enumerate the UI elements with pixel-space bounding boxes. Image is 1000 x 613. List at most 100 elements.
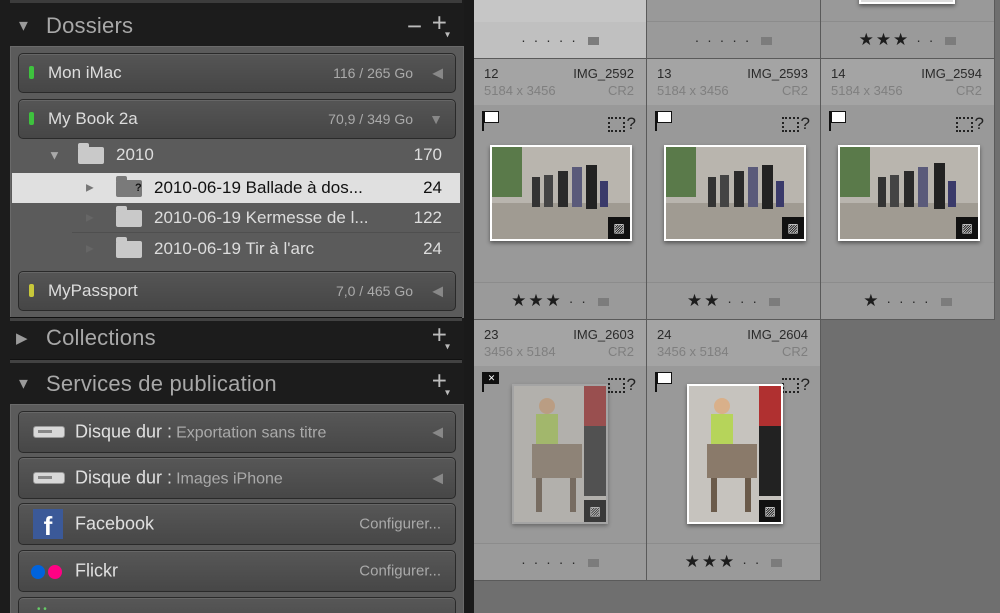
grid-cell[interactable]: ★★★ · · (821, 0, 995, 59)
grid-cell[interactable]: 13 IMG_2593 5184 x 3456 CR2 ? ▨ ★★ · · · (647, 59, 821, 320)
folder-row[interactable]: ▶ 2010-06-19 Tir à l'arc 24 (12, 234, 460, 264)
cell-filename: IMG_2593 (747, 66, 808, 81)
expand-triangle-icon[interactable]: ▼ (48, 148, 61, 163)
reject-flag-icon[interactable]: ✕ (482, 372, 499, 392)
grid-cell-selected[interactable]: · · · · · (474, 0, 647, 59)
folder-count: 24 (423, 239, 442, 258)
crop-icon (607, 378, 625, 394)
rating-stars[interactable]: · · · · · (647, 30, 820, 50)
folder-icon (116, 237, 142, 258)
rating-stars[interactable]: · · · · · (474, 552, 646, 572)
collapse-arrow-icon[interactable]: ◀ (432, 283, 443, 300)
folders-panel-title: Dossiers (46, 13, 134, 38)
service-name: Facebook (75, 513, 155, 534)
expand-triangle-icon[interactable]: ▼ (16, 18, 31, 35)
hard-drive-icon (33, 426, 65, 438)
pick-flag-icon[interactable] (829, 111, 846, 131)
left-panel: ▼ Dossiers − +▾ Mon iMac 116 / 265 Go ◀ … (0, 0, 472, 613)
folder-name: 2010-06-19 Tir à l'arc (154, 239, 315, 258)
volume-size: 70,9 / 349 Go (328, 111, 413, 127)
publish-services-title: Services de publication (46, 371, 277, 396)
photo-thumbnail (859, 0, 955, 4)
pick-flag-icon[interactable] (482, 111, 499, 131)
grid-cell[interactable]: 24 IMG_2604 3456 x 5184 CR2 ? ▨ ★★★ · · (647, 320, 821, 581)
service-name: Disque dur (75, 467, 163, 488)
volume-size: 7,0 / 465 Go (335, 283, 413, 299)
panel-divider[interactable] (464, 0, 474, 613)
grid-cell[interactable]: 23 IMG_2603 3456 x 5184 CR2 ✕ ? ▨ · · · … (474, 320, 647, 581)
cell-extension: CR2 (607, 83, 634, 98)
cell-filename: IMG_2604 (747, 327, 808, 342)
configure-link[interactable]: Configurer... (359, 516, 441, 533)
folder-row-selected[interactable]: ▶ ? 2010-06-19 Ballade à dos... 24 (12, 173, 460, 203)
cell-extension: CR2 (781, 344, 808, 359)
photo-thumbnail[interactable]: ▨ (687, 384, 783, 524)
subfolder-triangle-icon: ▶ (86, 243, 94, 255)
rating-stars[interactable]: ★★★ · · (474, 291, 646, 311)
expand-arrow-icon[interactable]: ▼ (429, 111, 443, 127)
grid-cell[interactable]: · · · · · (647, 0, 821, 59)
service-name: Disque dur (75, 421, 163, 442)
cell-filename: IMG_2594 (921, 66, 982, 81)
collapse-arrow-icon[interactable]: ◀ (432, 65, 443, 82)
volume-my-book[interactable]: My Book 2a 70,9 / 349 Go ▼ (18, 99, 456, 139)
collapse-arrow-icon[interactable]: ◀ (432, 470, 443, 487)
volume-name: Mon iMac (48, 63, 122, 82)
folder-row[interactable]: ▶ 2010-06-19 Kermesse de l... 122 (12, 203, 460, 233)
publish-service-facebook[interactable]: f Facebook Configurer... (18, 503, 456, 545)
rating-stars[interactable]: ★ · · · · (821, 291, 994, 311)
missing-folder-icon: ? (116, 176, 142, 197)
publish-services-header[interactable]: ▼ Services de publication +▾ (10, 364, 460, 404)
publish-service-partial[interactable]: • • (18, 597, 456, 613)
folder-count: 24 (423, 178, 442, 197)
publish-service-hard-drive-1[interactable]: Disque dur : Exportation sans titre ◀ (18, 411, 456, 453)
cell-footer: · · · · · (474, 22, 646, 58)
metadata-icons: ? (781, 114, 810, 134)
rating-stars[interactable]: ★★ · · · (647, 291, 820, 311)
folder-row-2010[interactable]: ▼ 2010 170 (12, 140, 460, 170)
service-name: Flickr (75, 560, 118, 581)
photo-thumbnail[interactable]: ▨ (664, 145, 806, 241)
configure-link[interactable]: Configurer... (359, 563, 441, 580)
expand-triangle-icon[interactable]: ▶ (16, 329, 28, 347)
photo-thumbnail[interactable]: ▨ (512, 384, 608, 524)
publish-service-hard-drive-2[interactable]: Disque dur : Images iPhone ◀ (18, 457, 456, 499)
unknown-status-icon: ? (800, 114, 810, 133)
cell-footer: · · · · · (647, 21, 820, 58)
volume-status-led (29, 112, 34, 125)
folders-panel-header[interactable]: ▼ Dossiers − +▾ (10, 6, 460, 46)
service-label: Disque dur : Exportation sans titre (75, 421, 327, 442)
add-publish-service-button[interactable]: +▾ (432, 368, 452, 399)
unknown-status-icon: ? (974, 114, 984, 133)
cell-footer: ★★★ · · (474, 282, 646, 319)
folder-icon (78, 143, 104, 164)
hard-drive-icon (33, 472, 65, 484)
unknown-status-icon: ? (626, 114, 636, 133)
grid-cell[interactable]: 12 IMG_2592 5184 x 3456 CR2 ? ▨ ★★★ · · (474, 59, 647, 320)
volume-status-led (29, 66, 34, 79)
add-collection-button[interactable]: +▾ (432, 322, 452, 353)
photo-thumbnail[interactable]: ▨ (838, 145, 980, 241)
pick-flag-icon[interactable] (655, 111, 672, 131)
rating-stars[interactable]: ★★★ · · (647, 552, 820, 572)
collections-panel-header[interactable]: ▶ Collections +▾ (10, 318, 460, 358)
cell-extension: CR2 (955, 83, 982, 98)
crop-icon (781, 117, 799, 133)
folder-name: 2010-06-19 Kermesse de l... (154, 208, 369, 227)
row-divider (72, 232, 460, 233)
photo-thumbnail[interactable]: ▨ (490, 145, 632, 241)
cell-footer: · · · · · (474, 543, 646, 580)
publish-service-flickr[interactable]: Flickr Configurer... (18, 550, 456, 592)
volume-mypassport[interactable]: MyPassport 7,0 / 465 Go ◀ (18, 271, 456, 311)
grid-cell[interactable]: 14 IMG_2594 5184 x 3456 CR2 ? ▨ ★ · · · … (821, 59, 995, 320)
expand-triangle-icon[interactable]: ▼ (16, 376, 31, 393)
add-folder-button[interactable]: +▾ (432, 10, 452, 41)
pick-flag-icon[interactable] (655, 372, 672, 392)
collapse-arrow-icon[interactable]: ◀ (432, 424, 443, 441)
rating-stars[interactable]: ★★★ · · (821, 30, 994, 50)
folder-name: 2010 (116, 145, 154, 164)
remove-folder-button[interactable]: − (407, 13, 422, 39)
cell-dimensions: 3456 x 5184 (484, 344, 556, 359)
rating-stars[interactable]: · · · · · (474, 30, 646, 50)
volume-mon-imac[interactable]: Mon iMac 116 / 265 Go ◀ (18, 53, 456, 93)
